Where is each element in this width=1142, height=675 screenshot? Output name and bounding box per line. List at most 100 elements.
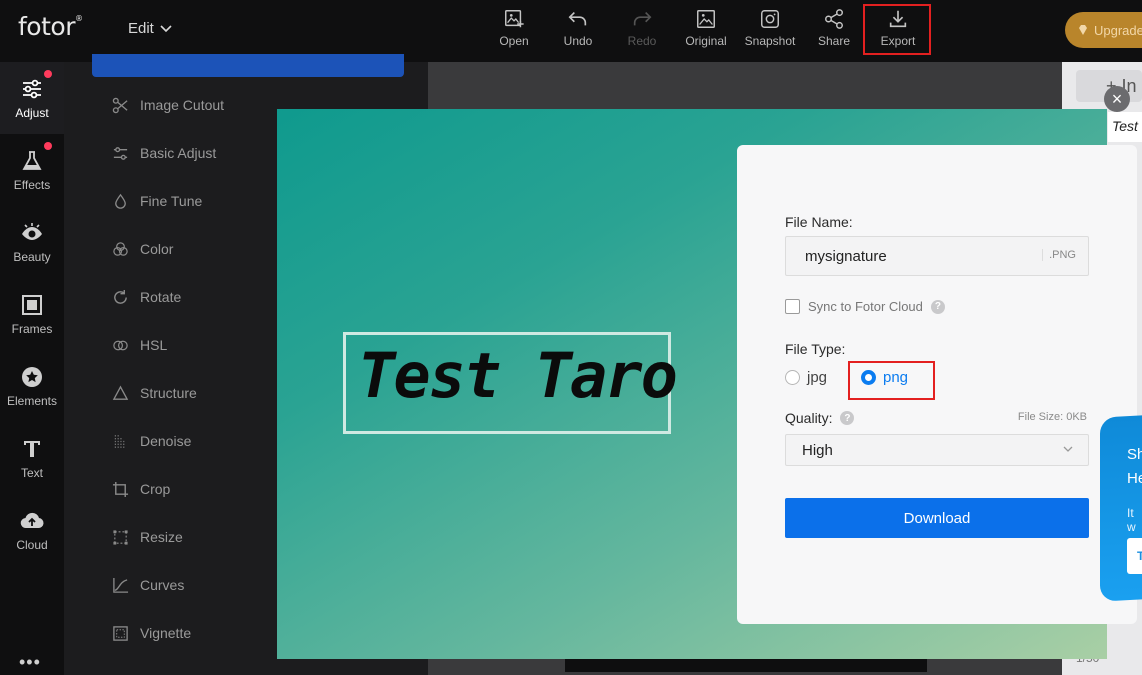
notification-badge xyxy=(44,142,52,150)
rail-item-adjust[interactable]: Adjust xyxy=(0,62,64,134)
upgrade-label: Upgrade xyxy=(1094,22,1142,38)
rail-item-cloud[interactable]: Cloud xyxy=(0,494,64,566)
panel-item-label: Fine Tune xyxy=(140,193,203,209)
panel-item-rotate[interactable]: Rotate xyxy=(112,287,181,307)
flask-icon xyxy=(22,150,42,170)
redo-button[interactable]: Redo xyxy=(611,8,673,54)
rotate-icon xyxy=(114,289,127,304)
undo-button[interactable]: Undo xyxy=(547,8,609,54)
rail-item-frames[interactable]: Frames xyxy=(0,278,64,350)
curves-icon xyxy=(113,577,129,593)
panel-item-fine-tune[interactable]: Fine Tune xyxy=(112,191,202,211)
file-type-label: File Type: xyxy=(785,341,846,357)
help-icon[interactable]: ? xyxy=(840,411,855,425)
panel-item-basic-adjust[interactable]: Basic Adjust xyxy=(112,143,216,163)
original-button[interactable]: Original xyxy=(675,8,737,54)
panel-item-label: Image Cutout xyxy=(140,97,225,113)
panel-item-label: HSL xyxy=(140,337,168,353)
scissors-icon xyxy=(112,97,128,113)
hsl-icon xyxy=(113,340,128,350)
file-type-jpg-radio[interactable]: jpg xyxy=(785,369,827,386)
panel-item-curves[interactable]: Curves xyxy=(112,575,184,595)
frame-icon xyxy=(22,294,42,315)
edit-menu[interactable]: Edit xyxy=(128,20,172,37)
promo-button[interactable]: T xyxy=(1127,538,1142,574)
panel-item-label: Vignette xyxy=(140,625,192,641)
eye-icon xyxy=(22,222,42,240)
signature-text: Test Taro xyxy=(358,339,678,412)
star-icon xyxy=(22,366,42,387)
rail-item-effects[interactable]: Effects xyxy=(0,134,64,206)
promo-title-line1: Sh xyxy=(1127,446,1142,463)
panel-item-label: Resize xyxy=(140,529,183,545)
download-button[interactable]: Download xyxy=(785,498,1089,538)
camera-icon xyxy=(761,10,779,28)
color-circles-icon xyxy=(113,241,128,256)
fotor-logo[interactable]: fotor® xyxy=(18,12,83,41)
open-label: Open xyxy=(499,34,529,48)
radio-circle xyxy=(785,370,800,385)
more-icon[interactable]: ••• xyxy=(19,652,41,673)
resize-icon xyxy=(113,529,128,545)
rail-label: Cloud xyxy=(16,537,48,552)
snapshot-button[interactable]: Snapshot xyxy=(739,8,801,54)
panel-item-structure[interactable]: Structure xyxy=(112,383,197,403)
diamond-icon xyxy=(1079,25,1087,35)
open-button[interactable]: Open xyxy=(483,8,545,54)
quality-row: Quality: ? xyxy=(785,410,855,426)
panel-item-label: Color xyxy=(140,241,174,257)
quality-select[interactable]: High xyxy=(785,434,1089,466)
redo-label: Redo xyxy=(627,34,657,48)
file-name-label: File Name: xyxy=(785,214,853,230)
share-label: Share xyxy=(817,34,851,48)
panel-item-image-cutout[interactable]: Image Cutout xyxy=(112,95,224,115)
panel-item-label: Rotate xyxy=(140,289,182,305)
upgrade-button[interactable]: Upgrade xyxy=(1065,12,1142,48)
rail-label: Beauty xyxy=(13,249,51,264)
original-label: Original xyxy=(685,34,727,48)
close-icon[interactable]: × xyxy=(1104,86,1130,112)
help-icon[interactable]: ? xyxy=(930,299,945,314)
rail-item-beauty[interactable]: Beauty xyxy=(0,206,64,278)
sync-label: Sync to Fotor Cloud xyxy=(808,299,923,314)
panel-item-vignette[interactable]: Vignette xyxy=(112,623,191,643)
share-button[interactable]: Share xyxy=(803,8,865,54)
export-modal: Test Taro File Name: mysignature .PNG Sy… xyxy=(277,109,1137,659)
notification-badge xyxy=(44,70,52,78)
sync-option: Sync to Fotor Cloud ? xyxy=(785,299,945,314)
chevron-down-icon xyxy=(160,24,172,32)
file-size: File Size: 0KB xyxy=(1017,411,1087,423)
png-highlight-box xyxy=(848,361,935,400)
canvas-bottom-bar xyxy=(565,658,927,672)
sync-checkbox[interactable] xyxy=(785,299,800,314)
triangle-icon xyxy=(112,384,129,400)
image-plus-icon xyxy=(505,10,524,28)
panel-item-denoise[interactable]: Denoise xyxy=(112,431,191,451)
edit-menu-label: Edit xyxy=(128,20,154,37)
panel-item-resize[interactable]: Resize xyxy=(112,527,183,547)
chevron-down-icon xyxy=(1063,446,1073,452)
quality-value: High xyxy=(802,442,833,459)
radio-label: jpg xyxy=(807,369,828,386)
export-settings-card: File Name: mysignature .PNG Sync to Foto… xyxy=(737,145,1137,624)
denoise-icon xyxy=(114,434,125,448)
panel-item-color[interactable]: Color xyxy=(112,239,173,259)
panel-item-label: Basic Adjust xyxy=(140,145,217,161)
image-icon xyxy=(697,10,715,28)
sliders-icon xyxy=(113,146,128,160)
panel-item-label: Denoise xyxy=(140,433,192,449)
rail-label: Adjust xyxy=(15,105,49,120)
panel-item-hsl[interactable]: HSL xyxy=(112,335,167,355)
rail-item-elements[interactable]: Elements xyxy=(0,350,64,422)
page-thumbnail[interactable]: Test xyxy=(1108,112,1142,142)
panel-item-label: Crop xyxy=(140,481,171,497)
search-bar[interactable] xyxy=(92,54,404,77)
panel-item-label: Structure xyxy=(140,385,197,401)
rail-item-text[interactable]: Text xyxy=(0,422,64,494)
panel-item-crop[interactable]: Crop xyxy=(112,479,170,499)
undo-icon xyxy=(568,11,587,26)
file-name-value: mysignature xyxy=(805,248,887,265)
text-icon xyxy=(24,440,40,457)
file-name-field[interactable]: mysignature .PNG xyxy=(785,236,1089,276)
rail-label: Text xyxy=(20,465,43,480)
